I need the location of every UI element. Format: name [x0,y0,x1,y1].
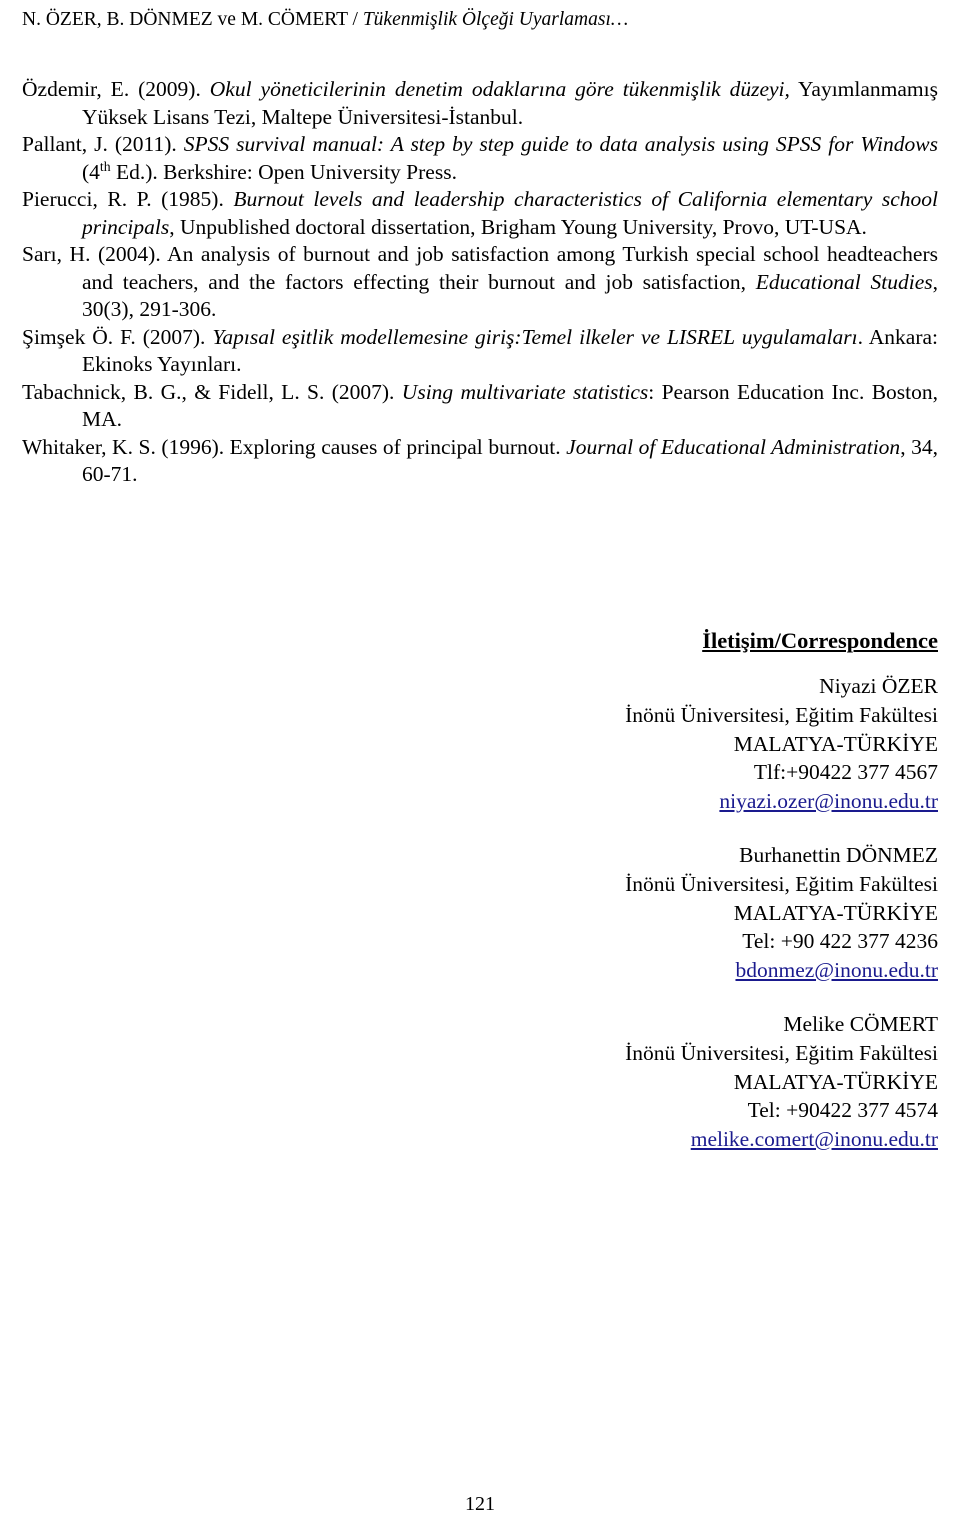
reference-italic-segment: Journal of Educational Administration [566,434,901,459]
contact-affiliation: İnönü Üniversitesi, Eğitim Fakültesi [625,871,938,896]
reference-text-segment: Pierucci, R. P. (1985). [22,187,234,212]
reference-text-segment: Özdemir, E. (2009). [22,77,210,101]
reference-entry: Şimşek Ö. F. (2007). Yapısal eşitlik mod… [22,324,938,379]
page-number: 121 [465,1493,495,1515]
contact-list: Niyazi ÖZER İnönü Üniversitesi, Eğitim Fa… [378,672,938,1153]
reference-text-segment: Tabachnick, B. G., & Fidell, L. S. (2007… [22,379,402,404]
contact-phone: Tel: +90422 377 4574 [747,1098,938,1123]
reference-italic-segment: SPSS survival manual: A step by step gui… [183,132,938,157]
reference-entry: Tabachnick, B. G., & Fidell, L. S. (2007… [22,379,938,434]
reference-text-segment: Whitaker, K. S. (1996). Exploring causes… [22,434,567,459]
contact-phone: Tlf:+90422 377 4567 [753,760,938,785]
reference-text-segment: (4 [82,159,100,184]
reference-italic-segment: Yapısal eşitlik modellemesine giriş:Teme… [212,324,858,349]
contact-name: Burhanettin DÖNMEZ [739,843,938,868]
reference-text-segment: , Unpublished doctoral dissertation, Bri… [169,214,867,239]
reference-entry: Pallant, J. (2011). SPSS survival manual… [22,131,938,186]
reference-entry: Pierucci, R. P. (1985). Burnout levels a… [22,186,938,241]
correspondence-section: İletişim/Correspondence Niyazi ÖZER İnönü… [378,626,938,1179]
reference-text-segment: Şimşek Ö. F. (2007). [22,324,213,349]
document-page: N. ÖZER, B. DÖNMEZ ve M. CÖMERT / Tükenm… [0,0,960,1537]
contact-city: MALATYA-TÜRKİYE [733,1069,938,1094]
reference-entry: Sarı, H. (2004). An analysis of burnout … [22,241,938,324]
reference-text-segment: Pallant, J. (2011). [22,132,184,157]
running-header: N. ÖZER, B. DÖNMEZ ve M. CÖMERT / Tükenm… [22,8,938,32]
contact-city: MALATYA-TÜRKİYE [733,731,938,756]
reference-list: Özdemir, E. (2009). Okul yöneticilerinin… [22,76,938,489]
reference-italic-segment: Using multivariate statistics [401,379,649,404]
correspondence-heading: İletişim/Correspondence [702,628,938,653]
contact-email-link[interactable]: niyazi.ozer@inonu.edu.tr [719,787,938,816]
contact-block: Niyazi ÖZER İnönü Üniversitesi, Eğitim Fa… [378,672,938,815]
running-header-authors: N. ÖZER, B. DÖNMEZ ve M. CÖMERT / [22,9,363,30]
contact-email-link[interactable]: bdonmez@inonu.edu.tr [735,956,938,985]
running-header-title: Tükenmişlik Ölçeği Uyarlaması… [362,9,629,30]
contact-city: MALATYA-TÜRKİYE [733,900,938,925]
contact-email-line: bdonmez@inonu.edu.tr [378,956,938,985]
contact-email-link[interactable]: melike.comert@inonu.edu.tr [691,1125,938,1154]
reference-italic-segment: Educational Studies [755,269,933,294]
contact-affiliation: İnönü Üniversitesi, Eğitim Fakültesi [625,702,938,727]
contact-affiliation: İnönü Üniversitesi, Eğitim Fakültesi [625,1040,938,1065]
contact-phone: Tel: +90 422 377 4236 [742,929,938,954]
reference-entry: Özdemir, E. (2009). Okul yöneticilerinin… [22,76,938,131]
reference-text-segment: Ed.). Berkshire: Open University Press. [110,159,457,184]
contact-name: Melike CÖMERT [783,1012,938,1037]
contact-email-line: melike.comert@inonu.edu.tr [378,1125,938,1154]
contact-block: Melike CÖMERT İnönü Üniversitesi, Eğitim … [378,1010,938,1153]
contact-email-line: niyazi.ozer@inonu.edu.tr [378,787,938,816]
contact-name: Niyazi ÖZER [819,674,938,699]
reference-superscript: th [99,158,111,174]
reference-entry: Whitaker, K. S. (1996). Exploring causes… [22,434,938,489]
contact-block: Burhanettin DÖNMEZ İnönü Üniversitesi, Eğ… [378,841,938,984]
reference-italic-segment: Okul yöneticilerinin denetim odaklarına … [209,77,790,101]
